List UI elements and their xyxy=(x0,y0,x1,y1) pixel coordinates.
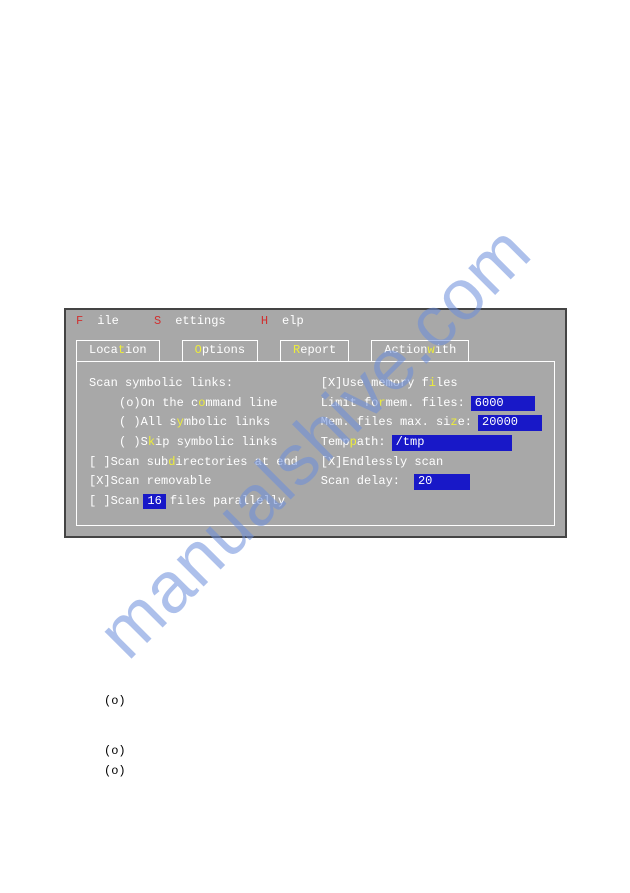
tab-location[interactable]: Location xyxy=(76,340,160,362)
menu-settings-hotkey: S xyxy=(154,314,161,328)
tab-bar: Location Options Report Actionwith xyxy=(66,334,565,362)
menu-settings[interactable]: Settings xyxy=(154,314,240,328)
checkbox-use-memory-files[interactable]: [X] Use memory files xyxy=(321,376,542,392)
mem-files-max-size-input[interactable]: 20000 xyxy=(478,415,542,431)
checkbox-scan-removable[interactable]: [X] Scan removable xyxy=(89,474,301,490)
limit-mem-files-row: Limit for mem. files: 6000 xyxy=(321,396,542,412)
radio-mark: ( ) xyxy=(119,415,141,431)
checkbox-scan-files-parallelly[interactable]: [ ] Scan 16 files parallelly xyxy=(89,494,301,510)
options-left-column: Scan symbolic links: (o) On the command … xyxy=(89,372,301,513)
tab-report[interactable]: Report xyxy=(280,340,349,362)
menu-file-hotkey: F xyxy=(76,314,83,328)
options-panel: Scan symbolic links: (o) On the command … xyxy=(76,361,555,526)
checkbox-mark: [X] xyxy=(321,455,343,471)
limit-mem-files-input[interactable]: 6000 xyxy=(471,396,535,412)
tab-actionwith[interactable]: Actionwith xyxy=(371,340,469,362)
scan-delay-row: Scan delay: 20 xyxy=(321,474,542,490)
checkbox-scan-subdirectories-at-end[interactable]: [ ] Scan subdirectories at end xyxy=(89,455,301,471)
radio-skip-symbolic-links[interactable]: ( ) Skip symbolic links xyxy=(89,435,301,451)
radio-all-symbolic-links[interactable]: ( ) All symbolic links xyxy=(89,415,301,431)
tab-options[interactable]: Options xyxy=(182,340,258,362)
checkbox-mark: [ ] xyxy=(89,455,111,471)
radio-mark: (o) xyxy=(119,396,141,412)
radio-on-command-line[interactable]: (o) On the command line xyxy=(89,396,301,412)
menu-file[interactable]: File xyxy=(76,314,133,328)
symlink-group-label: Scan symbolic links: xyxy=(89,376,301,392)
scan-delay-input[interactable]: 20 xyxy=(414,474,470,490)
checkbox-mark: [X] xyxy=(89,474,111,490)
page-text-radio-3: (o) xyxy=(104,764,126,780)
scan-delay-label: Scan delay: xyxy=(321,474,400,490)
temp-path-input[interactable]: /tmp xyxy=(392,435,512,451)
parallel-files-count-input[interactable]: 16 xyxy=(143,494,165,510)
menu-bar: File Settings Help xyxy=(66,310,565,334)
page-text-radio-2: (o) xyxy=(104,744,126,760)
menu-help-hotkey: H xyxy=(261,314,268,328)
checkbox-mark: [ ] xyxy=(89,494,111,510)
options-right-column: [X] Use memory files Limit for mem. file… xyxy=(321,372,542,513)
menu-help[interactable]: Help xyxy=(261,314,318,328)
radio-mark: ( ) xyxy=(119,435,141,451)
temp-path-row: Temp path: /tmp xyxy=(321,435,542,451)
checkbox-mark: [X] xyxy=(321,376,343,392)
mem-files-max-size-row: Mem. files max. size: 20000 xyxy=(321,415,542,431)
options-dialog-window: File Settings Help Location Options Repo… xyxy=(64,308,567,538)
page-text-radio-1: (o) xyxy=(104,694,126,710)
checkbox-endlessly-scan[interactable]: [X] Endlessly scan xyxy=(321,455,542,471)
